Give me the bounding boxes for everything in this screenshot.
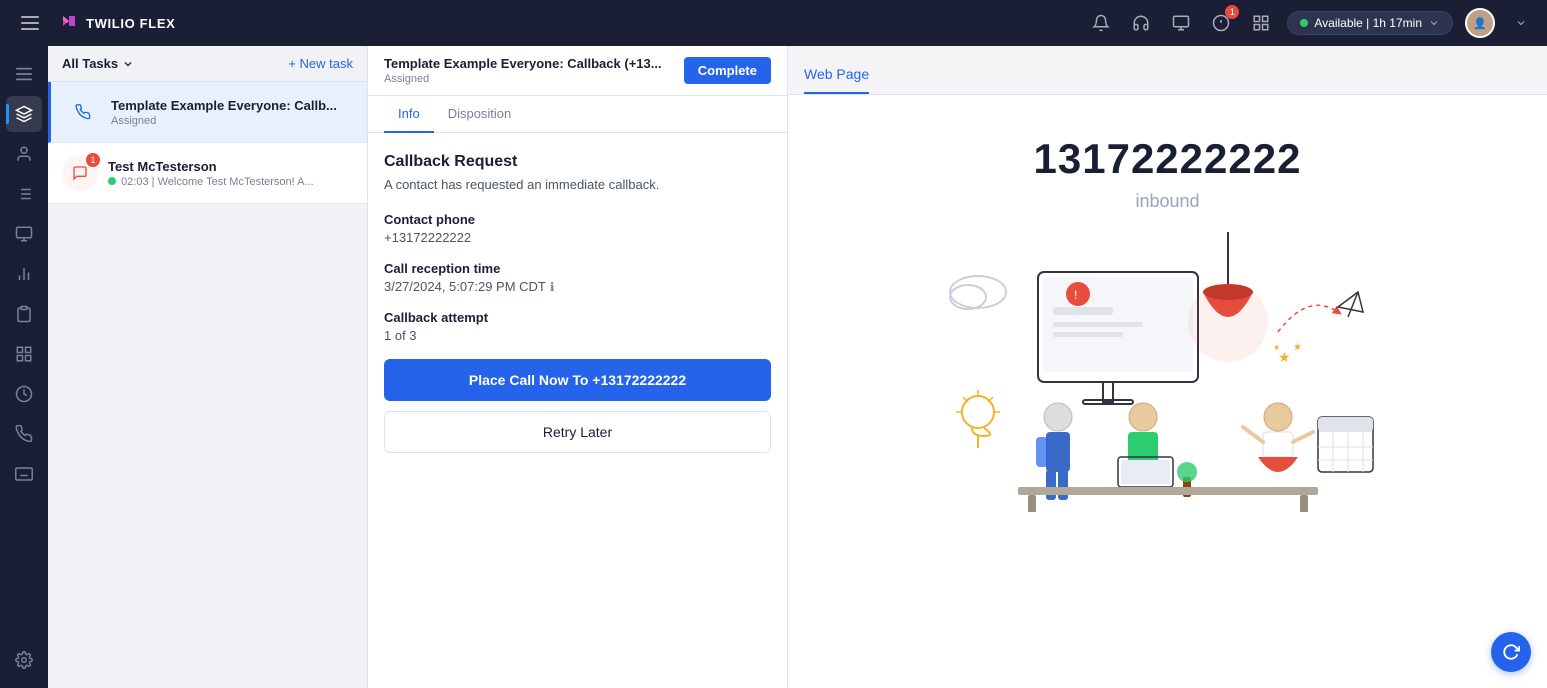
grid-icon[interactable] (1247, 9, 1275, 37)
new-task-button[interactable]: + New task (288, 56, 353, 71)
task-filter-label: All Tasks (62, 56, 118, 71)
sidebar-item-monitor[interactable] (6, 216, 42, 252)
sidebar-item-settings[interactable] (6, 642, 42, 678)
task-filter-dropdown[interactable]: All Tasks (62, 56, 134, 71)
tab-disposition[interactable]: Disposition (434, 96, 526, 133)
callback-request-title: Callback Request (384, 153, 771, 171)
svg-text:★: ★ (1273, 343, 1280, 352)
web-panel-content: 13172222222 inbound ! (788, 95, 1547, 688)
screen-icon[interactable] (1167, 9, 1195, 37)
chevron-down-icon (122, 58, 134, 70)
callback-attempt-field: Callback attempt 1 of 3 (384, 310, 771, 343)
task-item[interactable]: 1 Test McTesterson 02:03 | Welcome Test … (48, 143, 367, 204)
avatar[interactable]: 👤 (1465, 8, 1495, 38)
callback-attempt-value: 1 of 3 (384, 328, 771, 343)
sidebar-item-bar-chart[interactable] (6, 256, 42, 292)
detail-panel: Template Example Everyone: Callback (+13… (368, 46, 788, 688)
app-logo: TWILIO FLEX (58, 12, 175, 34)
retry-later-button[interactable]: Retry Later (384, 411, 771, 453)
alert-badge: 1 (1225, 5, 1239, 19)
web-page-tab[interactable]: Web Page (804, 56, 869, 94)
refresh-button[interactable] (1491, 632, 1531, 672)
sidebar-item-phone-wave[interactable] (6, 416, 42, 452)
contact-phone-value: +13172222222 (384, 230, 771, 245)
task-item[interactable]: Template Example Everyone: Callb... Assi… (48, 82, 367, 143)
task-panel: All Tasks + New task Template Example Ev… (48, 46, 368, 688)
task-phone-icon (65, 94, 101, 130)
status-indicator (1300, 19, 1308, 27)
detail-tabs: Info Disposition (368, 96, 787, 133)
call-reception-label: Call reception time (384, 261, 771, 276)
illustration: ! ★ ★ (918, 232, 1418, 512)
place-call-button[interactable]: Place Call Now To +13172222222 (384, 359, 771, 401)
icon-sidebar (0, 46, 48, 688)
web-panel-header: Web Page (788, 46, 1547, 95)
svg-text:★: ★ (1293, 342, 1302, 353)
sidebar-item-clock[interactable] (6, 376, 42, 412)
detail-panel-header: Template Example Everyone: Callback (+13… (368, 46, 787, 96)
task-title: Template Example Everyone: Callb... (111, 98, 353, 113)
sidebar-item-clipboard[interactable] (6, 296, 42, 332)
expand-icon[interactable] (1507, 9, 1535, 37)
detail-panel-subtitle: Assigned (384, 73, 662, 85)
top-navigation: TWILIO FLEX 1 (0, 0, 1547, 46)
sidebar-item-person[interactable] (6, 136, 42, 172)
sidebar-item-keyboard[interactable] (6, 456, 42, 492)
task-panel-header: All Tasks + New task (48, 46, 367, 82)
callback-attempt-label: Callback attempt (384, 310, 771, 325)
task-subtitle: 02:03 | Welcome Test McTesterson! A... (108, 176, 353, 188)
task-badge: 1 (86, 153, 100, 167)
online-indicator (108, 177, 116, 185)
alert-icon[interactable]: 1 (1207, 9, 1235, 37)
svg-text:!: ! (1074, 288, 1077, 302)
callback-request-desc: A contact has requested an immediate cal… (384, 177, 771, 192)
phone-number-display: 13172222222 (1034, 135, 1302, 183)
sidebar-item-grid[interactable] (6, 336, 42, 372)
call-type-label: inbound (1135, 191, 1199, 212)
task-title: Test McTesterson (108, 159, 353, 174)
web-panel: Web Page 13172222222 inbound (788, 46, 1547, 688)
menu-toggle[interactable] (12, 5, 48, 41)
task-subtitle: Assigned (111, 115, 353, 127)
tab-info[interactable]: Info (384, 96, 434, 133)
info-content: Callback Request A contact has requested… (368, 133, 787, 688)
info-icon[interactable]: ℹ (550, 280, 555, 294)
detail-panel-title: Template Example Everyone: Callback (+13… (384, 56, 662, 71)
task-chat-icon: 1 (62, 155, 98, 191)
contact-phone-field: Contact phone +13172222222 (384, 212, 771, 245)
call-reception-value: 3/27/2024, 5:07:29 PM CDT ℹ (384, 279, 771, 294)
contact-phone-label: Contact phone (384, 212, 771, 227)
status-badge[interactable]: Available | 1h 17min (1287, 11, 1453, 35)
headset-icon[interactable] (1127, 9, 1155, 37)
sidebar-item-list[interactable] (6, 176, 42, 212)
sidebar-item-menu[interactable] (6, 56, 42, 92)
status-label: Available | 1h 17min (1314, 16, 1422, 30)
complete-button[interactable]: Complete (684, 57, 771, 84)
sidebar-item-layers[interactable] (6, 96, 42, 132)
call-reception-field: Call reception time 3/27/2024, 5:07:29 P… (384, 261, 771, 294)
notification-bell-icon[interactable] (1087, 9, 1115, 37)
